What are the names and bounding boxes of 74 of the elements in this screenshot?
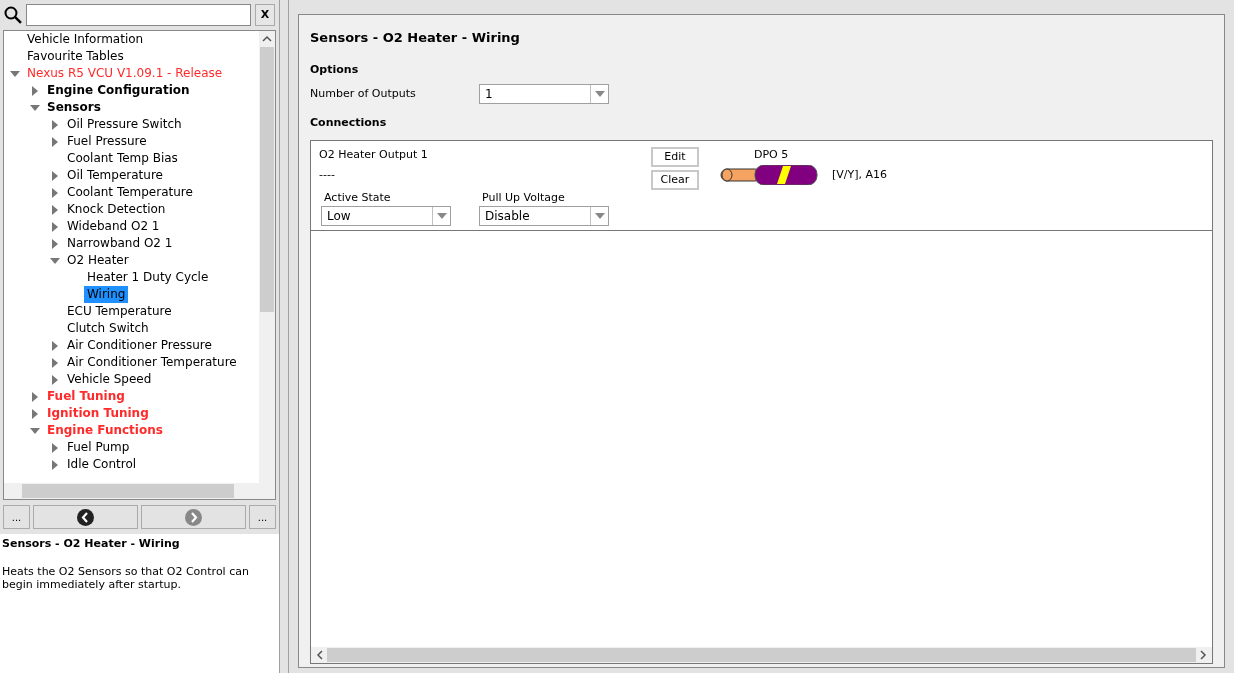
edit-button[interactable]: Edit (651, 146, 699, 167)
collapsed-caret-icon[interactable] (30, 408, 40, 419)
setting-dropdown[interactable]: Disable (479, 206, 609, 226)
tree-item[interactable]: Knock Detection (64, 201, 169, 218)
dropdown-caret-icon (436, 213, 447, 219)
tree-item[interactable]: Wiring (84, 286, 129, 303)
page-title: Sensors - O2 Heater - Wiring (310, 29, 521, 47)
dropdown-caret-icon (594, 213, 605, 219)
collapsed-caret-icon[interactable] (50, 204, 60, 215)
search-icon[interactable] (4, 6, 22, 24)
tree-item[interactable]: Engine Configuration (44, 82, 193, 99)
search-field[interactable] (25, 4, 252, 26)
collapsed-caret-icon[interactable] (50, 136, 60, 147)
tree-item[interactable]: Vehicle Information (24, 31, 147, 48)
expanded-caret-icon[interactable] (30, 102, 40, 113)
help-text: Heats the O2 Sensors so that O2 Control can begin immediately after startup. (2, 564, 250, 591)
dropdown-caret-icon (594, 91, 605, 97)
vertical-scrollbar[interactable] (259, 31, 275, 483)
horizontal-scrollbar[interactable] (4, 483, 275, 499)
collapsed-caret-icon[interactable] (30, 85, 40, 96)
back-button[interactable] (33, 505, 138, 529)
collapsed-caret-icon[interactable] (50, 170, 60, 181)
tree-item[interactable]: Fuel Pump (64, 439, 133, 456)
horizontal-scrollbar[interactable] (311, 647, 1212, 663)
pin-label: DPO 5 (753, 146, 790, 163)
tree-item[interactable]: O2 Heater (64, 252, 132, 269)
expanded-caret-icon[interactable] (50, 255, 60, 266)
tree-item[interactable]: Engine Functions (44, 422, 166, 439)
tree-item[interactable]: Ignition Tuning (44, 405, 152, 422)
tree-item[interactable]: Sensors (44, 99, 104, 116)
collapsed-caret-icon[interactable] (50, 357, 60, 368)
expanded-caret-icon[interactable] (30, 425, 40, 436)
tree-item[interactable]: Oil Pressure Switch (64, 116, 185, 133)
collapsed-caret-icon[interactable] (50, 238, 60, 249)
tree-item[interactable]: Heater 1 Duty Cycle (84, 269, 212, 286)
tree-item[interactable]: Fuel Pressure (64, 133, 150, 150)
tree-item[interactable]: Vehicle Speed (64, 371, 155, 388)
collapsed-caret-icon[interactable] (50, 374, 60, 385)
tree-item[interactable]: Idle Control (64, 456, 140, 473)
collapsed-caret-icon[interactable] (50, 459, 60, 470)
tree-item[interactable]: Air Conditioner Temperature (64, 354, 240, 371)
output-name: O2 Heater Output 1 (319, 146, 429, 163)
collapsed-caret-icon[interactable] (50, 119, 60, 130)
tree-item[interactable]: Coolant Temp Bias (64, 150, 181, 167)
tree-item[interactable]: Air Conditioner Pressure (64, 337, 215, 354)
tree-item[interactable]: Clutch Switch (64, 320, 152, 337)
tree-item[interactable]: Wideband O2 1 (64, 218, 163, 235)
clear-button[interactable]: Clear (651, 169, 699, 190)
section-heading: Connections (310, 115, 388, 131)
collapsed-caret-icon[interactable] (50, 221, 60, 232)
tree-item[interactable]: Narrowband O2 1 (64, 235, 176, 252)
collapsed-caret-icon[interactable] (30, 391, 40, 402)
collapsed-caret-icon[interactable] (50, 187, 60, 198)
tree-item[interactable]: Favourite Tables (24, 48, 127, 65)
more-button[interactable]: ... (3, 505, 30, 529)
tree-item[interactable]: Oil Temperature (64, 167, 166, 184)
tree-item[interactable]: Coolant Temperature (64, 184, 196, 201)
collapsed-caret-icon[interactable] (50, 340, 60, 351)
tree-item[interactable]: Nexus R5 VCU V1.09.1 - Release (24, 65, 226, 82)
section-heading: Options (310, 61, 360, 78)
clear-search-button[interactable]: X (255, 4, 275, 26)
expanded-caret-icon[interactable] (10, 68, 20, 79)
outputs-dropdown[interactable]: 1 (479, 84, 609, 104)
tree-item[interactable]: ECU Temperature (64, 303, 175, 320)
output-value: ---- (319, 167, 336, 183)
wire-info: [V/Y], A16 (832, 166, 888, 183)
help-title: Sensors - O2 Heater - Wiring (2, 536, 181, 552)
collapsed-caret-icon[interactable] (50, 442, 60, 453)
tree-item[interactable]: Fuel Tuning (44, 388, 128, 405)
field-label: Pull Up Voltage (481, 189, 566, 206)
more-button[interactable]: ... (249, 505, 276, 529)
field-label: Active State (323, 189, 392, 206)
field-label: Number of Outputs (310, 85, 417, 102)
setting-dropdown[interactable]: Low (321, 206, 451, 226)
